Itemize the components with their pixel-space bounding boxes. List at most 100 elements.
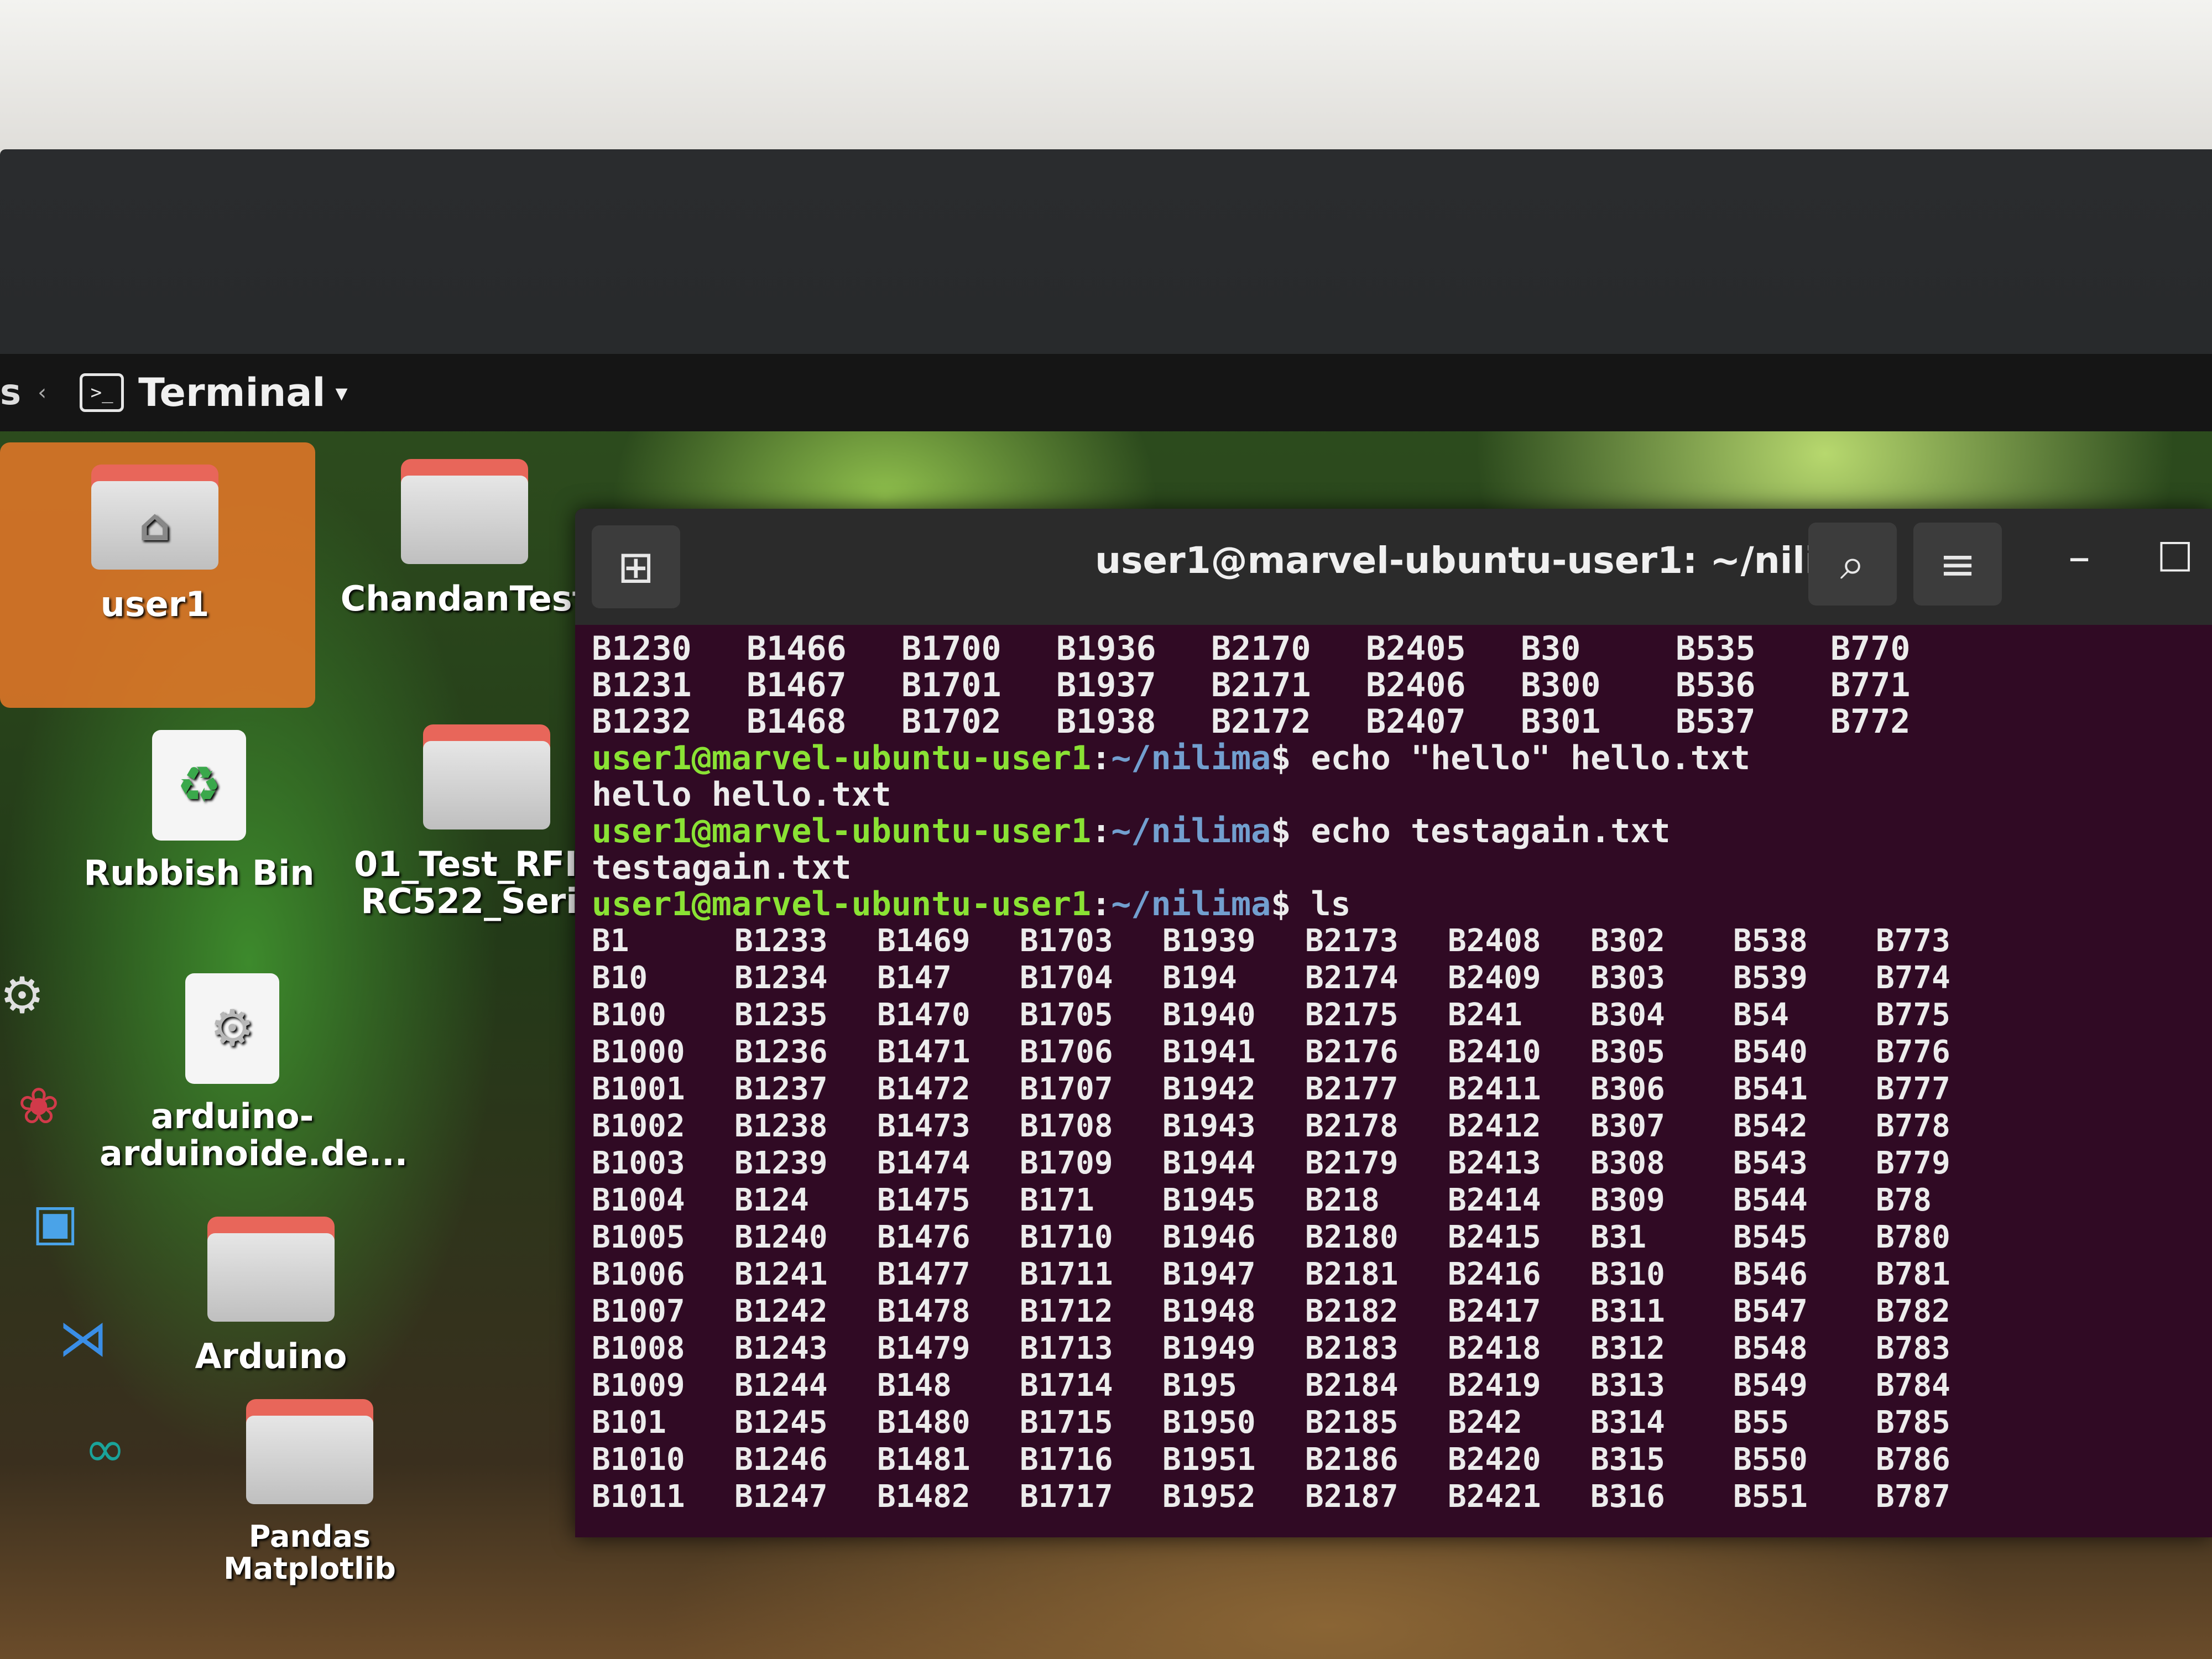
ls-entry: B1002 <box>592 1108 685 1144</box>
desktop-icon-label: ChandanTest <box>340 578 589 619</box>
terminal-output[interactable]: B1230 B1466 B1700 B1936 B2170 B2405 B30 B535 B77… <box>592 630 2195 1537</box>
ls-entry: B1700 <box>901 630 1001 668</box>
desktop-icon-user1[interactable]: ⌂ user1 <box>22 465 288 623</box>
ls-entry: B1245 <box>734 1405 828 1441</box>
ls-entry: B1006 <box>592 1256 685 1292</box>
ls-entry: B171 <box>1020 1182 1094 1218</box>
ls-entry: B241 <box>1448 997 1522 1033</box>
desktop-icon-rubbish-bin[interactable]: ♻ Rubbish Bin <box>66 730 332 892</box>
ls-entry: B772 <box>1830 702 1911 741</box>
ls-row: B1003 B1239 B1474 B1709 B1944 B2179 B2413 B308 B… <box>592 1145 2195 1182</box>
command-text: echo testagain.txt <box>1311 812 1671 851</box>
ls-entry: B2417 <box>1448 1293 1541 1329</box>
ls-entry: B1477 <box>877 1256 971 1292</box>
ls-entry: B2186 <box>1305 1442 1399 1478</box>
prompt-user: user1@marvel-ubuntu-user1 <box>592 739 1092 778</box>
ls-entry: B535 <box>1676 630 1756 668</box>
ls-entry: B546 <box>1733 1256 1808 1292</box>
new-tab-icon[interactable]: ⊞ <box>592 525 680 608</box>
ls-entry: B775 <box>1876 997 1950 1033</box>
terminal-window[interactable]: ⊞ user1@marvel-ubuntu-user1: ~/nilima ⌕ … <box>575 509 2212 1537</box>
ls-entry: B1945 <box>1162 1182 1256 1218</box>
ls-entry: B148 <box>877 1368 952 1404</box>
ls-entry: B1247 <box>734 1479 828 1515</box>
app-menu-label[interactable]: Terminal <box>138 370 325 415</box>
ls-entry: B314 <box>1590 1405 1665 1441</box>
ls-entry: B311 <box>1590 1293 1665 1329</box>
ls-row: B1000 B1236 B1471 B1706 B1941 B2176 B2410 B305 B… <box>592 1034 2195 1071</box>
ls-row: B1011 B1247 B1482 B1717 B1952 B2187 B2421 B316 B… <box>592 1478 2195 1515</box>
settings-icon[interactable]: ⚙ <box>0 962 55 1029</box>
ls-entry: B1939 <box>1162 923 1256 959</box>
ls-entry: B1009 <box>592 1368 685 1404</box>
desktop-icon-arduinoide[interactable]: ⚙ arduino- arduinoide.de... <box>100 973 408 1172</box>
ls-entry: B1235 <box>734 997 828 1033</box>
ls-entry: B78 <box>1876 1182 1932 1218</box>
ls-entry: B2421 <box>1448 1479 1541 1515</box>
desktop-screen: s ‹ >_ Terminal ▾ ⌂ user1 ChandanTest ♻ … <box>0 354 2212 1659</box>
ls-entry: B305 <box>1590 1034 1665 1070</box>
ls-row: B1 B1233 B1469 B1703 B1939 B2173 B2408 B302 B538… <box>592 922 2195 959</box>
ls-entry: B1000 <box>592 1034 685 1070</box>
prompt-user: user1@marvel-ubuntu-user1 <box>592 885 1092 924</box>
ls-entry: B147 <box>877 960 952 996</box>
ls-entry: B1479 <box>877 1331 971 1366</box>
vscode-icon[interactable]: ⋊ <box>50 1305 116 1371</box>
chevron-down-icon[interactable]: ▾ <box>336 379 348 407</box>
ls-entry: B1005 <box>592 1219 685 1255</box>
ls-entry: B1230 <box>592 630 692 668</box>
ls-entry: B242 <box>1448 1405 1522 1441</box>
desktop-icon-chandantest[interactable]: ChandanTest <box>332 459 597 618</box>
ls-entry: B308 <box>1590 1145 1665 1181</box>
ls-entry: B1951 <box>1162 1442 1256 1478</box>
raspberry-icon[interactable]: ❀ <box>6 1073 72 1139</box>
ls-entry: B1706 <box>1020 1034 1113 1070</box>
ls-entry: B2187 <box>1305 1479 1399 1515</box>
desktop-icon-pandas-matplotlib[interactable]: Pandas Matplotlib <box>177 1399 442 1585</box>
ls-entry: B2415 <box>1448 1219 1541 1255</box>
ls-entry: B1947 <box>1162 1256 1256 1292</box>
gear-icon: ⚙ <box>185 973 279 1084</box>
activities-button[interactable]: s <box>0 372 21 413</box>
ls-entry: B1944 <box>1162 1145 1256 1181</box>
search-icon[interactable]: ⌕ <box>1808 523 1897 606</box>
ls-entry: B194 <box>1162 960 1237 996</box>
ls-entry: B302 <box>1590 923 1665 959</box>
ls-entry: B1001 <box>592 1071 685 1107</box>
ls-entry: B780 <box>1876 1219 1950 1255</box>
ls-entry: B306 <box>1590 1071 1665 1107</box>
ls-entry: B101 <box>592 1405 666 1441</box>
ls-entry: B54 <box>1733 997 1790 1033</box>
ls-entry: B316 <box>1590 1479 1665 1515</box>
ls-entry: B779 <box>1876 1145 1950 1181</box>
ls-entry: B1701 <box>901 666 1001 705</box>
ls-entry: B544 <box>1733 1182 1808 1218</box>
recycle-icon: ♻ <box>152 730 246 841</box>
ls-entry: B1468 <box>747 702 847 741</box>
ls-entry: B2418 <box>1448 1331 1541 1366</box>
ls-entry: B539 <box>1733 960 1808 996</box>
ls-entry: B315 <box>1590 1442 1665 1478</box>
ls-entry: B1710 <box>1020 1219 1113 1255</box>
desktop-icon-arduino[interactable]: Arduino <box>138 1217 404 1375</box>
ls-entry: B1242 <box>734 1293 828 1329</box>
ls-entry: B1714 <box>1020 1368 1113 1404</box>
ls-entry: B1471 <box>877 1034 971 1070</box>
ls-entry: B786 <box>1876 1442 1950 1478</box>
ls-entry: B1238 <box>734 1108 828 1144</box>
desktop-icon-label: Arduino <box>195 1336 347 1376</box>
monitor-icon[interactable]: ▣ <box>22 1189 88 1255</box>
ls-entry: B1950 <box>1162 1405 1256 1441</box>
ls-row: B1008 B1243 B1479 B1713 B1949 B2183 B2418 B312 B… <box>592 1330 2195 1367</box>
ls-entry: B2183 <box>1305 1331 1399 1366</box>
maximize-button[interactable]: □ <box>2157 531 2193 576</box>
ls-entry: B1004 <box>592 1182 685 1218</box>
ls-entry: B307 <box>1590 1108 1665 1144</box>
minimize-button[interactable]: – <box>2068 531 2090 582</box>
desktop-icon-label: user1 <box>100 584 210 624</box>
arduino-icon[interactable]: ∞ <box>72 1416 138 1482</box>
menu-icon[interactable]: ≡ <box>1913 523 2002 606</box>
ls-entry: B771 <box>1830 666 1911 705</box>
ls-entry: B1466 <box>747 630 847 668</box>
ls-row: B1001 B1237 B1472 B1707 B1942 B2177 B2411 B306 B… <box>592 1071 2195 1108</box>
